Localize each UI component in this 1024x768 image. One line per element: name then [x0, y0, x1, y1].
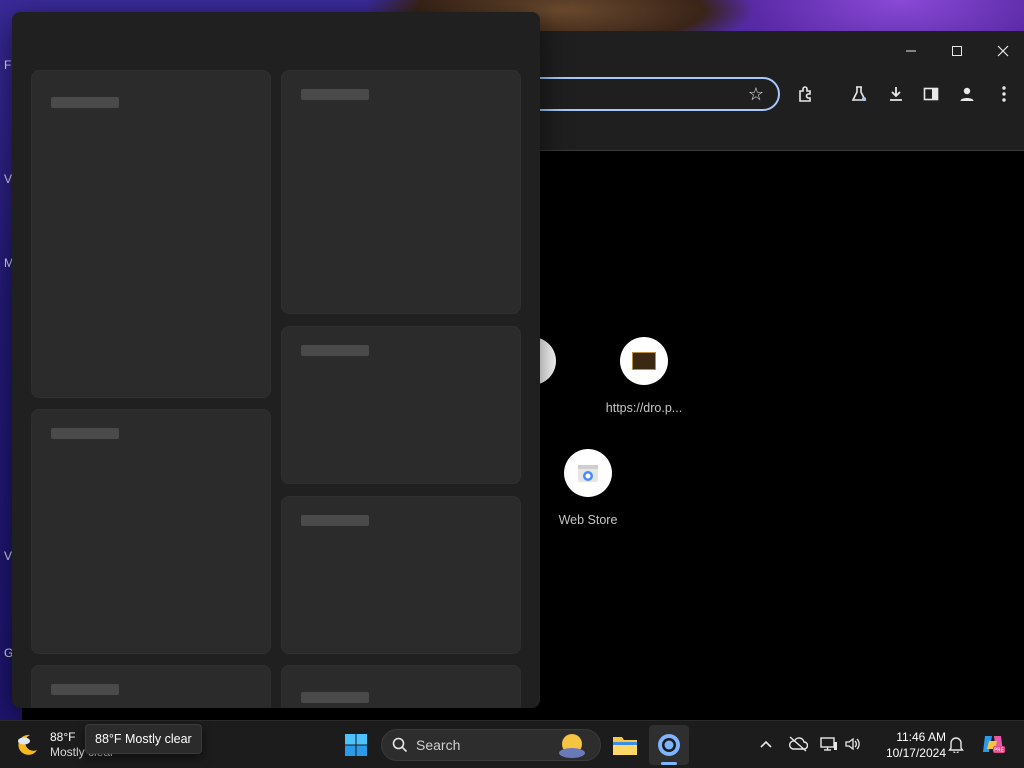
close-button[interactable] — [980, 37, 1024, 65]
notification-bell-icon[interactable] — [945, 733, 967, 755]
file-explorer-button[interactable] — [605, 725, 645, 765]
folder-icon — [613, 737, 637, 755]
shortcut-label: https://dro.p... — [605, 401, 683, 415]
moon-cloud-icon — [18, 734, 37, 755]
widgets-panel — [12, 12, 540, 708]
weather-tooltip: 88°F Mostly clear — [85, 724, 202, 754]
side-panel-icon[interactable] — [920, 83, 942, 105]
network-icon[interactable] — [818, 733, 840, 755]
widget-card[interactable] — [31, 665, 271, 708]
minimize-icon — [906, 50, 916, 52]
svg-text:PRE: PRE — [994, 748, 1004, 754]
site-favicon-icon — [632, 352, 656, 370]
taskbar-search[interactable]: Search — [381, 729, 601, 761]
widget-card[interactable] — [281, 496, 521, 654]
site-favicon — [620, 337, 668, 385]
skeleton-line — [301, 89, 369, 100]
search-icon — [392, 737, 408, 753]
search-highlight-icon — [558, 732, 586, 760]
widget-card[interactable] — [31, 409, 271, 654]
menu-kebab-icon[interactable] — [993, 83, 1015, 105]
skeleton-line — [301, 692, 369, 703]
clock-date: 10/17/2024 — [885, 746, 946, 760]
desktop-icon-label: F — [4, 58, 12, 72]
web-store-icon — [564, 449, 612, 497]
active-indicator — [661, 762, 677, 765]
widget-card[interactable] — [31, 70, 271, 398]
desktop-icon-label: V — [4, 549, 13, 563]
shortcut-tile[interactable]: https://dro.p... — [594, 337, 694, 415]
chrome-icon — [658, 734, 680, 756]
skeleton-line — [301, 345, 369, 356]
chrome-taskbar-button[interactable] — [649, 725, 689, 765]
chevron-up-icon[interactable] — [755, 733, 777, 755]
bookmark-star-icon[interactable]: ☆ — [746, 84, 766, 104]
download-icon[interactable] — [885, 83, 907, 105]
skeleton-line — [51, 428, 119, 439]
extensions-icon[interactable] — [795, 83, 817, 105]
skeleton-line — [301, 515, 369, 526]
shortcut-tile[interactable]: Web Store — [538, 449, 638, 527]
shortcut-label: Web Store — [558, 513, 618, 527]
widget-card[interactable] — [281, 326, 521, 484]
maximize-icon — [952, 46, 962, 56]
start-button[interactable] — [336, 725, 376, 765]
system-clock[interactable]: 11:46 AM 10/17/2024 — [874, 729, 946, 761]
minimize-button[interactable] — [888, 37, 934, 65]
widget-card[interactable] — [281, 665, 521, 708]
clock-time: 11:46 AM — [896, 730, 946, 744]
widget-card[interactable] — [281, 70, 521, 314]
windows-logo-icon — [345, 734, 367, 756]
volume-icon[interactable] — [842, 733, 864, 755]
profile-icon[interactable] — [956, 83, 978, 105]
search-label: Search — [416, 737, 461, 753]
skeleton-line — [51, 684, 119, 695]
desktop-icon-label: V — [4, 172, 13, 186]
close-icon — [997, 45, 1009, 57]
skeleton-line — [51, 97, 119, 108]
cloud-offline-icon[interactable] — [787, 733, 809, 755]
maximize-button[interactable] — [934, 37, 980, 65]
labs-flask-icon[interactable] — [848, 83, 870, 105]
copilot-icon[interactable]: PRE — [980, 733, 1006, 755]
taskbar: 88°F Mostly clear 88°F Mostly clear Sear… — [0, 720, 1024, 768]
